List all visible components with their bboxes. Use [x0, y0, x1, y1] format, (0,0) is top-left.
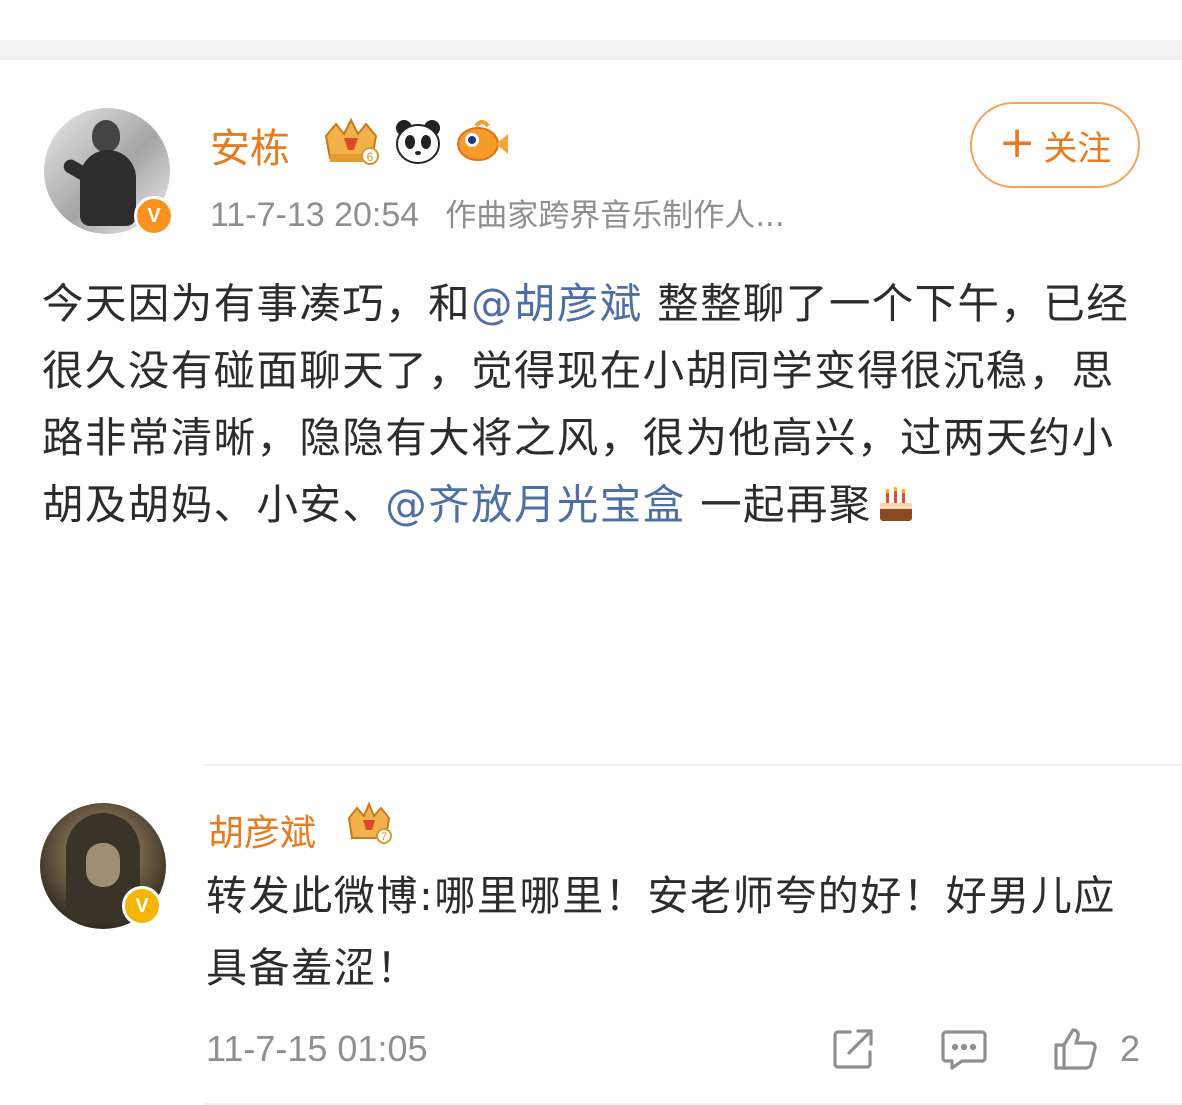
comment-icon[interactable]: [940, 1026, 988, 1076]
panda-icon[interactable]: [392, 116, 444, 168]
fish-icon[interactable]: [454, 116, 510, 168]
comment-divider: [204, 764, 1182, 766]
like-count: 2: [1120, 1028, 1141, 1069]
like-icon[interactable]: [1052, 1026, 1100, 1076]
follow-button[interactable]: + 关注: [970, 102, 1140, 188]
post-text-segment: 今天因为有事凑巧，和: [42, 279, 472, 328]
post-source: 作曲家跨界音乐制作人...: [445, 198, 785, 234]
crown-level-number: 6: [367, 150, 374, 164]
plus-icon: +: [998, 117, 1036, 168]
cake-icon: [874, 477, 918, 544]
commenter-name[interactable]: 胡彦斌: [208, 804, 316, 856]
mention-link[interactable]: @胡彦斌: [471, 279, 643, 328]
post-content: 今天因为有事凑巧，和@胡彦斌 整整聊了一个下午，已经很久没有碰面聊天了，觉得现在…: [42, 270, 1142, 544]
verified-badge: V: [122, 886, 162, 926]
author-name[interactable]: 安栋: [210, 116, 290, 174]
post-text-segment: 一起再聚: [685, 480, 872, 529]
comment-actions: 2: [0, 1020, 1182, 1080]
follow-label: 关注: [1043, 128, 1112, 169]
crown-level-number: 7: [381, 831, 387, 843]
user-badges: 6: [320, 116, 510, 168]
section-divider: [0, 40, 1182, 60]
verified-badge: V: [134, 196, 174, 236]
mention-link[interactable]: @齐放月光宝盒: [385, 480, 685, 529]
post-time: 11-7-13 20:54: [210, 196, 420, 234]
crown-level-badge-icon[interactable]: 7: [344, 800, 394, 854]
comment-content: 转发此微博:哪里哪里！安老师夸的好！好男儿应具备羞涩！: [206, 872, 1117, 992]
post-meta: 11-7-13 20:54 作曲家跨界音乐制作人...: [210, 190, 785, 235]
share-icon[interactable]: [830, 1026, 876, 1076]
top-bar: [0, 0, 1182, 40]
crown-level-badge-icon[interactable]: 6: [320, 116, 382, 168]
